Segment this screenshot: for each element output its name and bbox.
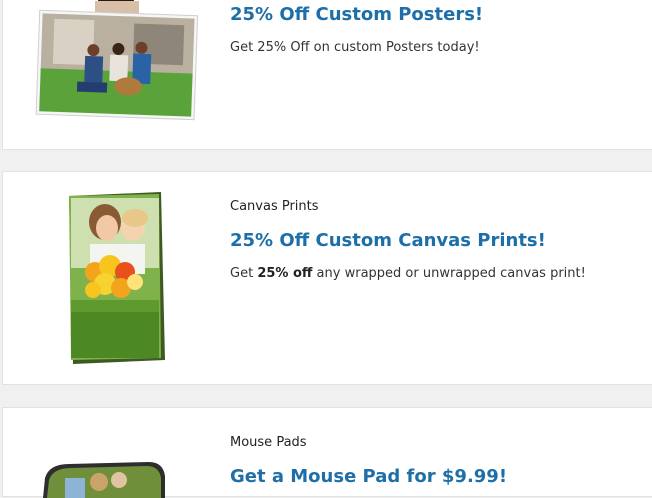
offer-card-mouse-pads: Mouse Pads Get a Mouse Pad for $9.99! bbox=[2, 407, 652, 498]
poster-thumbnail[interactable] bbox=[33, 0, 203, 131]
offer-description: Get 25% Off on custom Posters today! bbox=[230, 40, 480, 55]
offer-card-posters: 25% Off Custom Posters! Get 25% Off on c… bbox=[2, 0, 652, 150]
offer-category: Canvas Prints bbox=[230, 199, 319, 214]
mouse-pad-thumbnail[interactable] bbox=[39, 458, 169, 498]
offer-card-canvas: Canvas Prints 25% Off Custom Canvas Prin… bbox=[2, 171, 652, 385]
offer-description: Get 25% off any wrapped or unwrapped can… bbox=[230, 266, 586, 281]
offer-title[interactable]: Get a Mouse Pad for $9.99! bbox=[230, 466, 507, 487]
offer-category: Mouse Pads bbox=[230, 435, 307, 450]
offer-title[interactable]: 25% Off Custom Posters! bbox=[230, 4, 483, 25]
offer-title[interactable]: 25% Off Custom Canvas Prints! bbox=[230, 230, 546, 251]
canvas-thumbnail[interactable] bbox=[65, 192, 165, 364]
